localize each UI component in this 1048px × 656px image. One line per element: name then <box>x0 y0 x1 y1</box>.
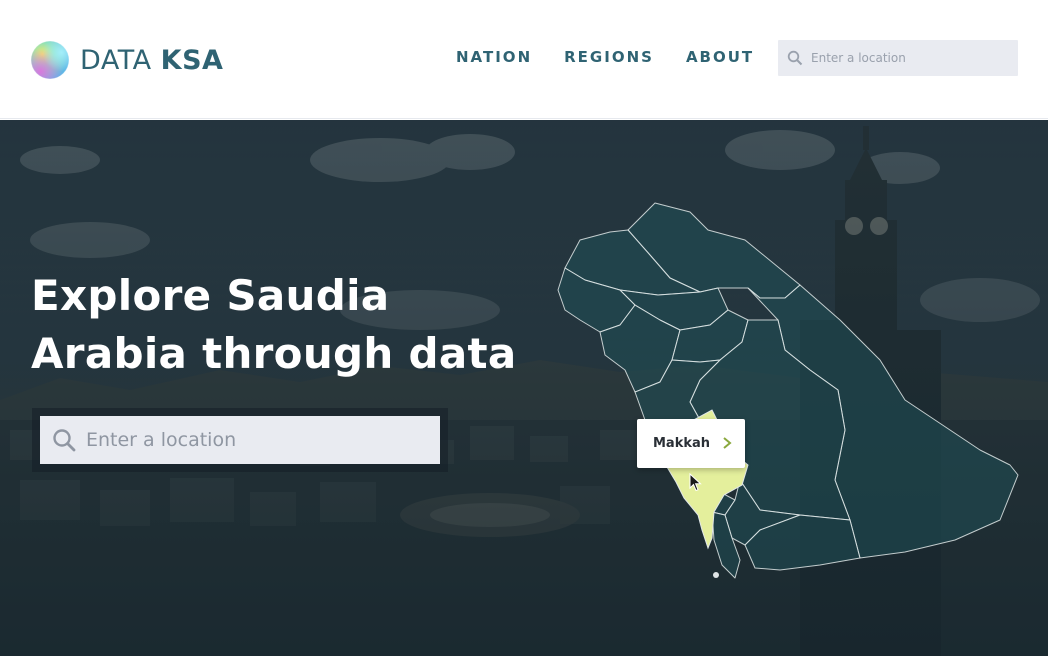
search-icon <box>787 50 803 66</box>
saudi-regions-map[interactable] <box>0 120 1048 656</box>
farasan-islands <box>713 572 719 578</box>
hero-title-line2: Arabia through data <box>31 329 517 378</box>
brand-name: DATA KSA <box>80 45 223 76</box>
hero-search-box[interactable] <box>40 416 440 464</box>
header-search-input[interactable] <box>811 51 1001 65</box>
region-tooltip-label: Makkah <box>653 436 711 451</box>
hero-section: Explore Saudia Arabia through data Makka… <box>0 120 1048 656</box>
nav-link-regions[interactable]: REGIONS <box>564 48 654 66</box>
top-navbar: DATA KSA NATION REGIONS ABOUT <box>0 0 1048 119</box>
search-icon <box>53 429 76 452</box>
header-search-box[interactable] <box>778 40 1018 76</box>
mouse-cursor-icon <box>689 473 702 492</box>
brand-prefix: DATA <box>80 44 152 76</box>
region-tooltip-makkah[interactable]: Makkah <box>637 419 745 468</box>
main-nav: NATION REGIONS ABOUT <box>456 48 786 66</box>
hero-search-input[interactable] <box>86 429 406 451</box>
nav-link-nation[interactable]: NATION <box>456 48 532 66</box>
brand-suffix: KSA <box>160 44 224 76</box>
hero-title-line1: Explore Saudia <box>31 271 390 320</box>
hero-title: Explore Saudia Arabia through data <box>31 267 551 383</box>
logo[interactable]: DATA KSA <box>30 40 223 80</box>
logo-orb-icon <box>30 40 70 80</box>
chevron-right-icon <box>723 437 732 449</box>
nav-link-about[interactable]: ABOUT <box>686 48 754 66</box>
